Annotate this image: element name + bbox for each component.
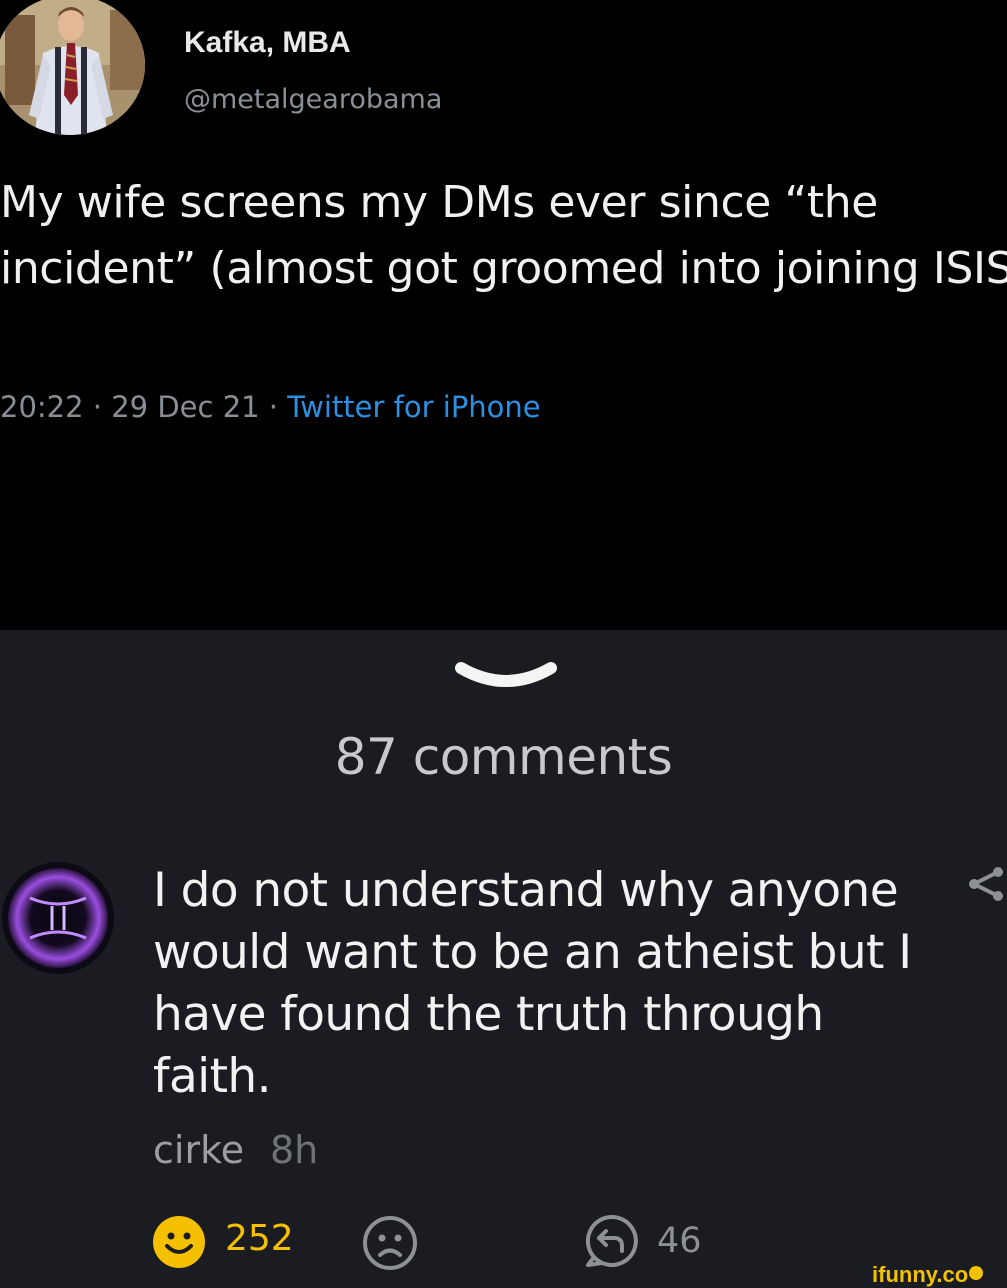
frown-icon[interactable]: [362, 1215, 418, 1271]
smile-icon[interactable]: [152, 1215, 206, 1269]
chevron-down-icon[interactable]: [455, 660, 557, 694]
comment-time: 8h: [270, 1128, 319, 1172]
reply-count: 46: [657, 1221, 702, 1261]
author-name[interactable]: Kafka, MBA: [184, 26, 351, 60]
tweet-card: Kafka, MBA @metalgearobama My wife scree…: [0, 0, 1007, 630]
tweet-text: My wife screens my DMs ever since “the i…: [0, 177, 1007, 294]
ifunny-watermark: ifunny.co: [872, 1262, 984, 1288]
share-icon[interactable]: [966, 864, 1006, 904]
tweet-time: 20:22: [0, 390, 84, 424]
author-handle[interactable]: @metalgearobama: [184, 84, 442, 115]
commenter-avatar[interactable]: [0, 858, 118, 978]
tweet-meta: 20:22 · 29 Dec 21 · Twitter for iPhone: [0, 390, 541, 424]
tweet-date: 29 Dec 21: [111, 390, 260, 424]
meta-separator: ·: [83, 390, 112, 424]
comment-text: I do not understand why anyone would wan…: [153, 863, 912, 1104]
watermark-face-icon: [969, 1266, 984, 1280]
comment-author[interactable]: cirke: [153, 1128, 244, 1172]
watermark-text: ifunny.co: [872, 1262, 969, 1287]
comments-count: 87 comments: [334, 728, 673, 786]
meta-separator: ·: [259, 390, 288, 424]
author-avatar-image: [0, 0, 145, 135]
tweet-source-link[interactable]: Twitter for iPhone: [287, 390, 540, 424]
author-avatar[interactable]: [0, 0, 145, 135]
smile-count: 252: [225, 1218, 294, 1259]
reply-icon[interactable]: [584, 1213, 640, 1269]
